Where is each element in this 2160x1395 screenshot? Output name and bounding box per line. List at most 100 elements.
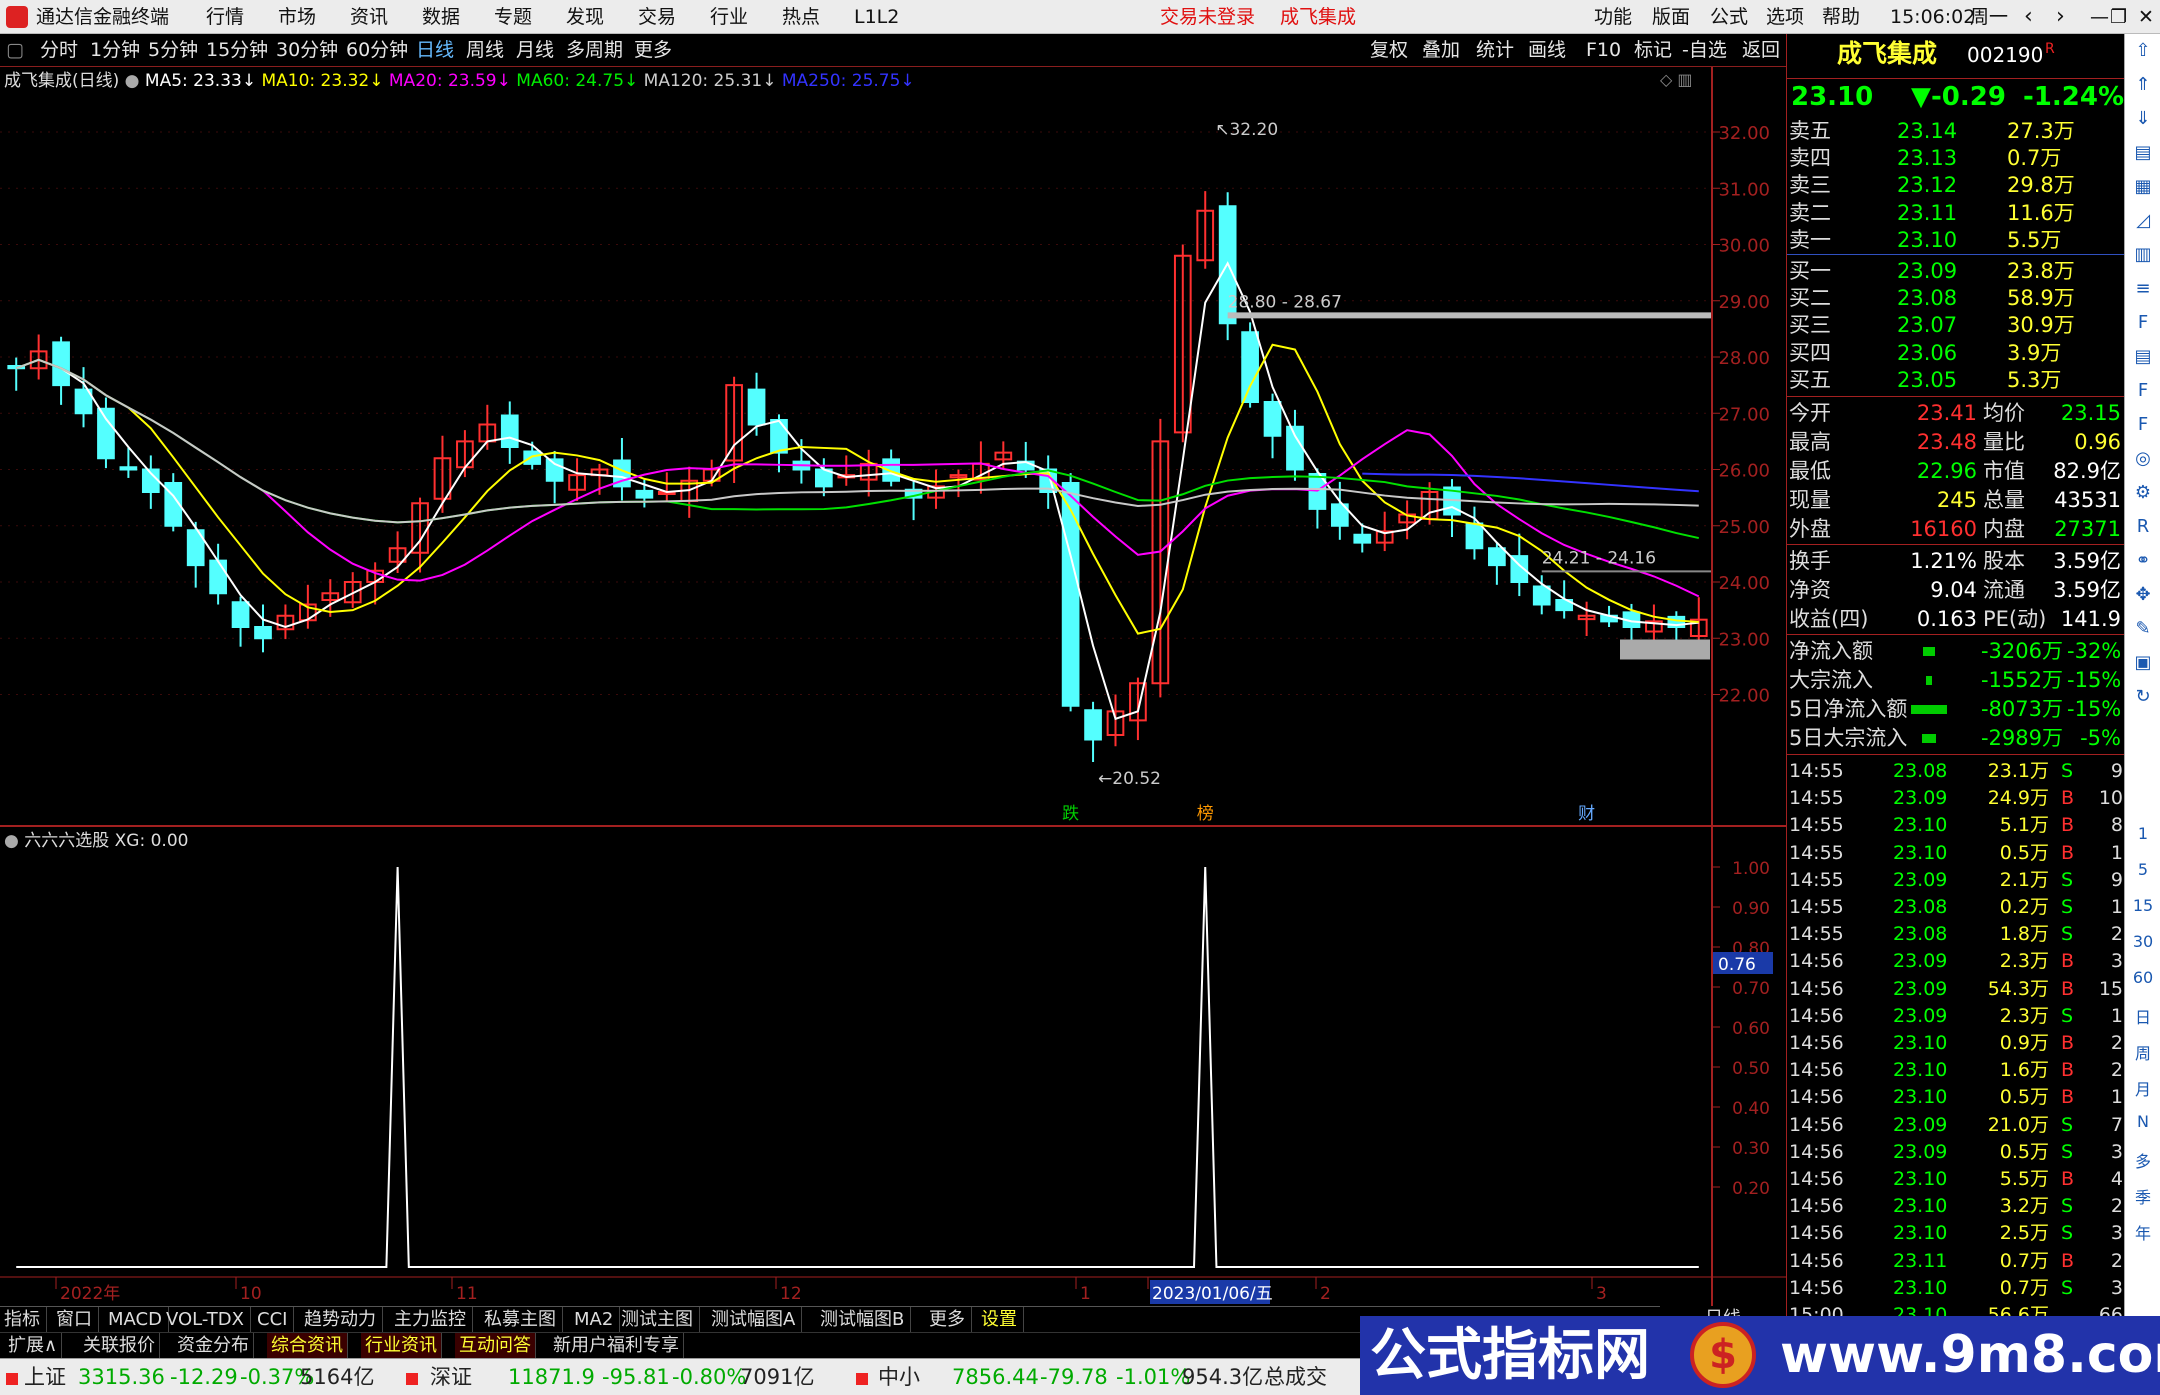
period-tab[interactable]: 1分钟 [90, 34, 140, 67]
rsi-icon[interactable]: ⚙ [2125, 482, 2160, 503]
menu-market[interactable]: 市场 [278, 0, 316, 34]
list-icon[interactable]: ≡ [2125, 278, 2160, 299]
period-tab[interactable]: 多周期 [566, 34, 623, 67]
index-name[interactable]: 深证 [430, 1359, 472, 1395]
tool-stats[interactable]: 统计 [1476, 34, 1514, 67]
period-tab[interactable]: 周线 [466, 34, 504, 67]
menu-data[interactable]: 数据 [422, 0, 460, 34]
f10-icon[interactable]: F [2125, 312, 2160, 333]
minimize-icon[interactable]: — [2090, 0, 2109, 34]
side-period-tab[interactable]: 5 [2125, 860, 2160, 879]
f-icon[interactable]: F [2125, 380, 2160, 401]
side-period-tab[interactable]: 多 [2125, 1148, 2160, 1172]
indicator-tab[interactable]: 指标 [4, 1307, 47, 1333]
settings-icon[interactable]: ◎ [2125, 448, 2160, 469]
f2-icon[interactable]: F [2125, 414, 2160, 435]
menu-discover[interactable]: 发现 [566, 0, 604, 34]
tool-back[interactable]: 返回 [1742, 34, 1780, 67]
extension-tab[interactable]: 扩展∧ [4, 1333, 63, 1359]
period-tab[interactable]: 5分钟 [148, 34, 198, 67]
indicator-tab[interactable]: 私募主图 [484, 1307, 563, 1333]
extension-tab[interactable]: 资金分布 [173, 1333, 254, 1359]
extension-tab[interactable]: 新用户福利专享 [549, 1333, 684, 1359]
side-period-tab[interactable]: 30 [2125, 932, 2160, 951]
down-icon[interactable]: ⇓ [2125, 108, 2160, 129]
chart-options-icon[interactable]: ◇ ▥ [1660, 70, 1693, 89]
indicator-tab[interactable]: VOL-TDX [166, 1307, 251, 1333]
up-icon[interactable]: ⇑ [2125, 74, 2160, 95]
side-period-tab[interactable]: 周 [2125, 1040, 2160, 1064]
menu-topics[interactable]: 专题 [494, 0, 532, 34]
chart-icon[interactable]: ◿ [2125, 210, 2160, 231]
period-tab[interactable]: 30分钟 [276, 34, 338, 67]
extension-tab[interactable]: 互动问答 [455, 1333, 536, 1359]
back-arrow-icon[interactable]: ‹ [2024, 0, 2033, 34]
menu-trade[interactable]: 交易 [638, 0, 676, 34]
period-tab-more[interactable]: 更多 [634, 34, 672, 67]
close-icon[interactable]: ✕ [2138, 0, 2154, 34]
indicator-tab[interactable]: 测试主图 [621, 1307, 700, 1333]
side-period-tab[interactable]: 日 [2125, 1004, 2160, 1028]
side-period-tab[interactable]: 15 [2125, 896, 2160, 915]
indicator-tab[interactable]: MACD [108, 1307, 169, 1333]
tool-mark[interactable]: 标记 [1634, 34, 1672, 67]
period-tab[interactable]: 15分钟 [206, 34, 268, 67]
kline-icon[interactable]: ▥ [2125, 244, 2160, 265]
indicator-tab[interactable]: MA2 [574, 1307, 621, 1333]
menu-options[interactable]: 选项 [1766, 0, 1804, 34]
menu-l1l2[interactable]: L1L2 [854, 0, 899, 34]
chart-area[interactable]: ↖32.20 28.80 - 28.67 24.21 - 24.16 ←20.52 跌 榜… [0, 67, 1786, 1306]
indicator-tab[interactable]: CCI [257, 1307, 295, 1333]
login-status[interactable]: 交易未登录 [1160, 0, 1255, 34]
tile2-icon[interactable]: ▣ [2125, 652, 2160, 673]
side-period-tab[interactable]: 1 [2125, 824, 2160, 843]
move-icon[interactable]: ⚭ [2125, 550, 2160, 571]
index-name[interactable]: 上证 [24, 1359, 66, 1395]
maximize-icon[interactable]: ❐ [2110, 0, 2127, 34]
period-tab[interactable]: 分时 [40, 34, 78, 67]
indicator-tab[interactable]: 窗口 [56, 1307, 99, 1333]
tool-overlay[interactable]: 叠加 [1422, 34, 1460, 67]
menu-help[interactable]: 帮助 [1822, 0, 1860, 34]
menu-industry[interactable]: 行业 [710, 0, 748, 34]
settings-dot-icon[interactable]: ● [125, 71, 140, 91]
indicator-tab[interactable]: 趋势动力 [304, 1307, 383, 1333]
refresh-icon[interactable]: ↻ [2125, 686, 2160, 707]
menu-layout[interactable]: 版面 [1652, 0, 1690, 34]
collapse-icon[interactable]: ▢ [6, 34, 24, 67]
grid-icon[interactable]: ▦ [2125, 176, 2160, 197]
finance-icon[interactable]: R [2125, 516, 2160, 537]
side-period-tab[interactable]: 60 [2125, 968, 2160, 987]
side-period-tab[interactable]: 月 [2125, 1076, 2160, 1100]
tile-icon[interactable]: ✎ [2125, 618, 2160, 639]
period-tab-active[interactable]: 日线 [416, 34, 454, 67]
indicator-tab[interactable]: 测试幅图B [820, 1307, 912, 1333]
tool-f10[interactable]: F10 [1586, 34, 1621, 67]
pen-icon[interactable]: ✥ [2125, 584, 2160, 605]
extension-tab[interactable]: 行业资讯 [361, 1333, 442, 1359]
tool-watchlist[interactable]: -自选 [1682, 34, 1727, 67]
tool-restore[interactable]: 复权 [1370, 34, 1408, 67]
period-tab[interactable]: 月线 [516, 34, 554, 67]
extension-tab[interactable]: 关联报价 [79, 1333, 160, 1359]
menu-hot[interactable]: 热点 [782, 0, 820, 34]
indicator-tab[interactable]: 更多 [929, 1307, 972, 1333]
extension-tab[interactable]: 综合资讯 [267, 1333, 348, 1359]
menu-formula[interactable]: 公式 [1710, 0, 1748, 34]
menu-quotes[interactable]: 行情 [206, 0, 244, 34]
settings-dot-icon[interactable]: ● [4, 831, 19, 851]
indicator-tab[interactable]: 设置 [981, 1307, 1024, 1333]
news-icon[interactable]: ▤ [2125, 142, 2160, 163]
indicator-tab[interactable]: 主力监控 [394, 1307, 473, 1333]
indicator-tab[interactable]: 测试幅图A [711, 1307, 803, 1333]
up-arrow-icon[interactable]: ⇧ [2125, 40, 2160, 61]
menu-news[interactable]: 资讯 [350, 0, 388, 34]
side-period-tab[interactable]: 年 [2125, 1220, 2160, 1244]
side-period-tab[interactable]: N [2125, 1112, 2160, 1131]
forward-arrow-icon[interactable]: › [2056, 0, 2065, 34]
doc-icon[interactable]: ▤ [2125, 346, 2160, 367]
menu-function[interactable]: 功能 [1594, 0, 1632, 34]
period-tab[interactable]: 60分钟 [346, 34, 408, 67]
tool-draw[interactable]: 画线 [1528, 34, 1566, 67]
index-name[interactable]: 中小 [878, 1359, 920, 1395]
